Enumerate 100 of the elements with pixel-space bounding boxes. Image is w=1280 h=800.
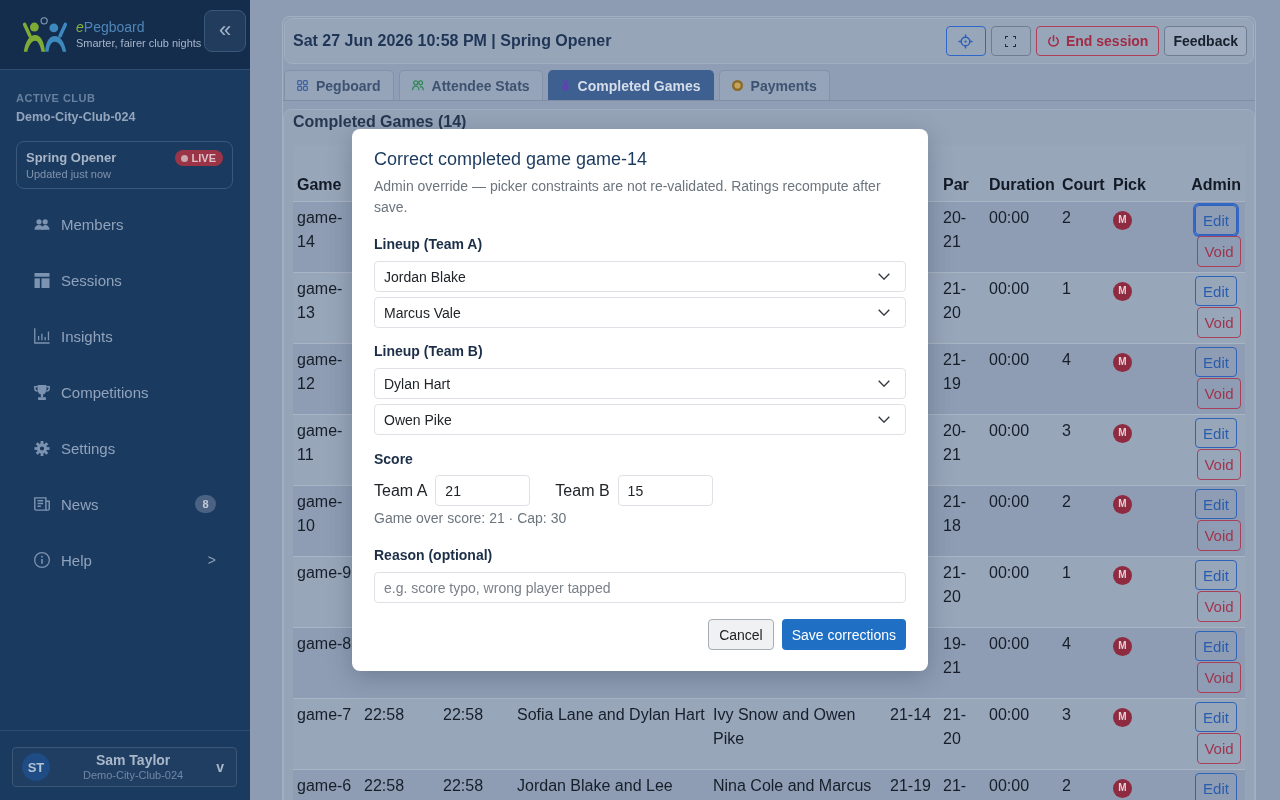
edit-button[interactable]: Edit [1195, 489, 1237, 519]
tab[interactable]: Payments [718, 70, 830, 100]
table-cell: 19-21 [943, 635, 967, 676]
pick-marker: M [1113, 423, 1132, 443]
pick-marker: M [1113, 281, 1132, 301]
chevron-down-icon [878, 380, 890, 387]
session-updated: Updated just now [26, 167, 111, 182]
medal-icon [560, 80, 570, 91]
edit-button[interactable]: Edit [1195, 347, 1237, 377]
table-cell: 1 [1062, 564, 1071, 581]
tab[interactable]: Completed Games [547, 70, 714, 100]
table-cell: game-14 [297, 209, 343, 250]
column-header: Pick [1113, 176, 1146, 193]
table-cell: 2 [1062, 777, 1071, 794]
table-cell: Nina Cole and Marcus [713, 777, 872, 794]
field-label: Score [374, 450, 414, 469]
live-badge: LIVE [174, 150, 223, 166]
table-cell: 21-18 [943, 493, 967, 534]
table-cell: 00:00 [989, 635, 1030, 652]
table-cell: 22:58 [443, 706, 484, 723]
table-cell: game-8 [297, 635, 352, 652]
pick-marker: M [1113, 778, 1132, 798]
cancel-button[interactable]: Cancel [708, 619, 774, 650]
nav-item[interactable]: Members [0, 196, 250, 252]
tab[interactable]: Attendee Stats [398, 70, 543, 100]
table-cell: 1 [1062, 280, 1071, 297]
table-cell: Sofia Lane and Dylan Hart [517, 706, 705, 723]
table-cell: 21-20 [943, 280, 967, 321]
edit-button[interactable]: Edit [1195, 560, 1237, 590]
session-name: Spring Opener [26, 149, 117, 166]
table-cell: 21-19 [890, 777, 931, 794]
collapse-button[interactable]: « [204, 10, 246, 52]
edit-button[interactable]: Edit [1195, 631, 1237, 661]
table-cell: game-9 [297, 564, 352, 581]
column-header: Game [297, 176, 342, 193]
nav-item[interactable]: Competitions [0, 364, 250, 420]
tagline: Smarter, fairer club nights [76, 35, 202, 51]
feedback-button[interactable]: Feedback [1164, 26, 1247, 56]
nav-item[interactable]: Help > [0, 532, 250, 588]
player-select[interactable]: Jordan Blake [374, 261, 906, 292]
table-cell: 22:58 [364, 777, 405, 794]
layout-icon [34, 272, 50, 288]
nav-item[interactable]: Insights [0, 308, 250, 364]
table-cell: 3 [1062, 422, 1071, 439]
edit-button[interactable]: Edit [1195, 702, 1237, 732]
save-button[interactable]: Save corrections [781, 619, 906, 650]
void-button[interactable]: Void [1197, 520, 1241, 551]
void-button[interactable]: Void [1197, 236, 1241, 267]
void-button[interactable]: Void [1197, 307, 1241, 338]
target-button[interactable] [945, 26, 986, 56]
edit-button[interactable]: Edit [1195, 418, 1237, 448]
edit-button[interactable]: Edit [1195, 773, 1237, 800]
expand-chevron: > [207, 552, 216, 568]
table-cell: Jordan Blake and Lee [517, 777, 673, 794]
count-badge: 8 [195, 495, 216, 513]
table-cell: 00:00 [989, 280, 1030, 297]
table-cell: game-10 [297, 493, 343, 534]
player-select[interactable]: Marcus Vale [374, 297, 906, 328]
nav-item[interactable]: Sessions [0, 252, 250, 308]
reason-input[interactable]: e.g. score typo, wrong player tapped [374, 572, 906, 603]
modal-description: Admin override — picker constraints are not re-validated. Ratings recompute after save. [374, 177, 882, 217]
pick-marker: M [1113, 494, 1132, 514]
field-label: Lineup (Team B) [374, 342, 484, 361]
nav-item[interactable]: Settings [0, 420, 250, 476]
void-button[interactable]: Void [1197, 378, 1241, 409]
pick-marker: M [1113, 565, 1132, 585]
table-cell: 21-14 [890, 706, 931, 723]
edit-button[interactable]: Edit [1195, 276, 1237, 306]
player-select[interactable]: Dylan Hart [374, 368, 906, 399]
table-cell: 22:58 [364, 706, 405, 723]
edit-button[interactable]: Edit [1195, 205, 1237, 235]
user-club: Demo-City-Club-024 [82, 768, 184, 782]
chevron-down-icon [878, 416, 890, 423]
void-button[interactable]: Void [1197, 449, 1241, 480]
player-select[interactable]: Owen Pike [374, 404, 906, 435]
score-input[interactable]: 21 [435, 475, 531, 506]
chevron-down-icon [878, 273, 890, 280]
fullscreen-button[interactable] [990, 26, 1031, 56]
column-header: Admin [1191, 176, 1241, 193]
table-cell: 00:00 [989, 351, 1030, 368]
user-menu[interactable]: ST Sam Taylor Demo-City-Club-024 v [12, 747, 237, 787]
table-cell: 00:00 [989, 706, 1030, 723]
nav-item[interactable]: News 8 [0, 476, 250, 532]
brand-name: ePegboard [76, 18, 145, 36]
void-button[interactable]: Void [1197, 733, 1241, 764]
info-icon [34, 552, 50, 568]
void-button[interactable]: Void [1197, 662, 1241, 693]
score-input[interactable]: 15 [617, 475, 713, 506]
column-header: Duration [989, 176, 1055, 193]
newspaper-icon [34, 497, 50, 511]
pick-marker: M [1113, 636, 1132, 656]
table-cell: 21- [943, 777, 967, 794]
session-card[interactable]: Spring Opener Updated just now LIVE [16, 141, 233, 189]
settings-icon [34, 440, 50, 456]
end-session-button[interactable]: End session [1035, 26, 1160, 56]
table-cell: 4 [1062, 635, 1071, 652]
void-button[interactable]: Void [1197, 591, 1241, 622]
table-cell: game-6 [297, 777, 352, 794]
tab[interactable]: Pegboard [284, 70, 394, 100]
coin-icon [731, 80, 743, 91]
